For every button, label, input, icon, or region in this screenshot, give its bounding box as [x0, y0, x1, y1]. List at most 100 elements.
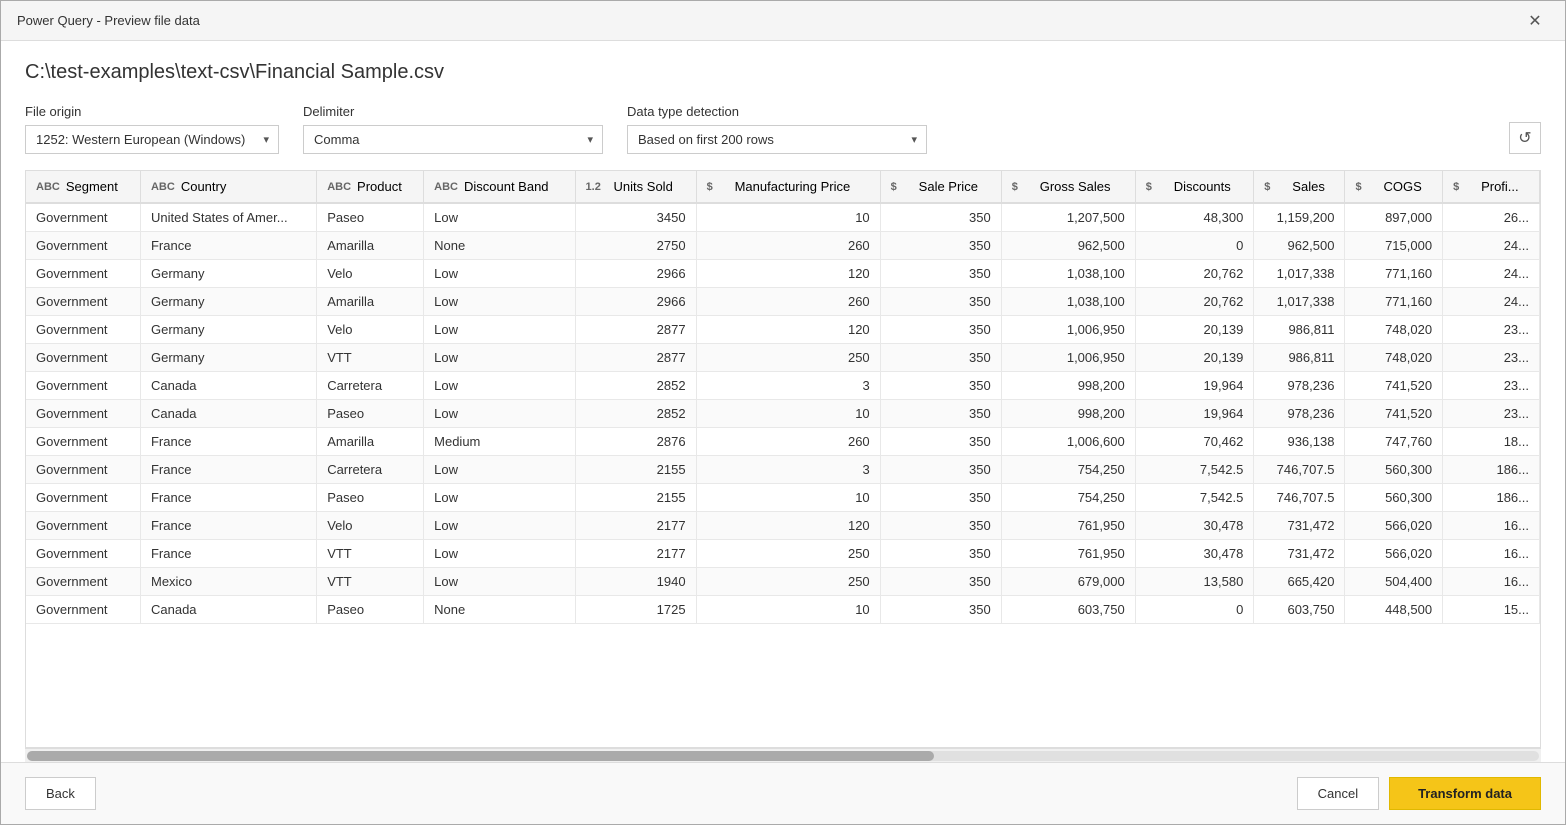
col-type-icon-9: $ — [1264, 181, 1286, 193]
cell-r10-c5: 10 — [696, 484, 880, 512]
refresh-button[interactable]: ↺ — [1509, 122, 1541, 154]
datatype-select[interactable]: Based on first 200 rows — [627, 125, 927, 154]
cell-r7-c3: Low — [424, 400, 575, 428]
cell-r11-c2: Velo — [317, 512, 424, 540]
col-header-sale-price: $Sale Price — [880, 171, 1001, 203]
cell-r0-c7: 1,207,500 — [1001, 203, 1135, 232]
col-header-label-0: Segment — [66, 179, 118, 194]
table-row: GovernmentCanadaPaseoLow285210350998,200… — [26, 400, 1540, 428]
footer-left: Back — [25, 777, 96, 810]
back-button[interactable]: Back — [25, 777, 96, 810]
cell-r14-c4: 1725 — [575, 596, 696, 624]
title-bar: Power Query - Preview file data ✕ — [1, 1, 1565, 41]
table-row: GovernmentCanadaPaseoNone172510350603,75… — [26, 596, 1540, 624]
cell-r13-c8: 13,580 — [1135, 568, 1254, 596]
cell-r4-c11: 23... — [1443, 316, 1540, 344]
cell-r0-c4: 3450 — [575, 203, 696, 232]
col-header-units-sold: 1.2Units Sold — [575, 171, 696, 203]
cell-r6-c10: 741,520 — [1345, 372, 1443, 400]
cell-r5-c5: 250 — [696, 344, 880, 372]
cell-r8-c6: 350 — [880, 428, 1001, 456]
cell-r2-c4: 2966 — [575, 260, 696, 288]
col-type-icon-8: $ — [1146, 181, 1168, 193]
cell-r1-c7: 962,500 — [1001, 232, 1135, 260]
table-row: GovernmentFrancePaseoLow215510350754,250… — [26, 484, 1540, 512]
cell-r13-c7: 679,000 — [1001, 568, 1135, 596]
close-button[interactable]: ✕ — [1521, 7, 1549, 35]
cell-r2-c3: Low — [424, 260, 575, 288]
cell-r9-c5: 3 — [696, 456, 880, 484]
horizontal-scrollbar[interactable] — [25, 748, 1541, 762]
cell-r10-c8: 7,542.5 — [1135, 484, 1254, 512]
cell-r4-c4: 2877 — [575, 316, 696, 344]
delimiter-select[interactable]: Comma — [303, 125, 603, 154]
cell-r12-c8: 30,478 — [1135, 540, 1254, 568]
col-type-icon-0: ABC — [36, 181, 60, 193]
col-header-discounts: $Discounts — [1135, 171, 1254, 203]
cell-r1-c0: Government — [26, 232, 140, 260]
scrollbar-thumb — [27, 751, 934, 761]
cell-r12-c2: VTT — [317, 540, 424, 568]
cell-r5-c3: Low — [424, 344, 575, 372]
cell-r13-c10: 504,400 — [1345, 568, 1443, 596]
col-header-label-9: Sales — [1292, 179, 1325, 194]
cell-r12-c7: 761,950 — [1001, 540, 1135, 568]
cell-r10-c7: 754,250 — [1001, 484, 1135, 512]
col-header-discount-band: ABCDiscount Band — [424, 171, 575, 203]
cell-r2-c8: 20,762 — [1135, 260, 1254, 288]
cell-r5-c9: 986,811 — [1254, 344, 1345, 372]
col-header-country: ABCCountry — [140, 171, 316, 203]
file-path: C:\test-examples\text-csv\Financial Samp… — [25, 61, 1541, 84]
cell-r14-c9: 603,750 — [1254, 596, 1345, 624]
col-header-label-11: Profi... — [1481, 179, 1519, 194]
cell-r5-c2: VTT — [317, 344, 424, 372]
cell-r13-c5: 250 — [696, 568, 880, 596]
file-origin-label: File origin — [25, 104, 279, 119]
cell-r4-c10: 748,020 — [1345, 316, 1443, 344]
transform-data-button[interactable]: Transform data — [1389, 777, 1541, 810]
cell-r9-c10: 560,300 — [1345, 456, 1443, 484]
cell-r9-c9: 746,707.5 — [1254, 456, 1345, 484]
cell-r0-c1: United States of Amer... — [140, 203, 316, 232]
options-row: File origin 1252: Western European (Wind… — [25, 104, 1541, 154]
cell-r1-c10: 715,000 — [1345, 232, 1443, 260]
table-row: GovernmentGermanyVTTLow28772503501,006,9… — [26, 344, 1540, 372]
file-origin-select-wrapper: 1252: Western European (Windows) ▾ — [25, 125, 279, 154]
cell-r7-c4: 2852 — [575, 400, 696, 428]
data-table-container[interactable]: ABCSegmentABCCountryABCProductABCDiscoun… — [25, 170, 1541, 748]
file-origin-select[interactable]: 1252: Western European (Windows) — [25, 125, 279, 154]
datatype-group: Data type detection Based on first 200 r… — [627, 104, 927, 154]
cell-r1-c11: 24... — [1443, 232, 1540, 260]
cell-r0-c3: Low — [424, 203, 575, 232]
cell-r3-c6: 350 — [880, 288, 1001, 316]
cell-r5-c10: 748,020 — [1345, 344, 1443, 372]
cell-r3-c0: Government — [26, 288, 140, 316]
cell-r5-c0: Government — [26, 344, 140, 372]
col-header-manufacturing-price: $Manufacturing Price — [696, 171, 880, 203]
cell-r11-c3: Low — [424, 512, 575, 540]
cell-r10-c10: 560,300 — [1345, 484, 1443, 512]
cell-r14-c0: Government — [26, 596, 140, 624]
cell-r10-c1: France — [140, 484, 316, 512]
cell-r3-c8: 20,762 — [1135, 288, 1254, 316]
col-type-icon-10: $ — [1355, 181, 1377, 193]
cell-r3-c9: 1,017,338 — [1254, 288, 1345, 316]
cell-r0-c6: 350 — [880, 203, 1001, 232]
cell-r3-c10: 771,160 — [1345, 288, 1443, 316]
table-row: GovernmentFranceVeloLow2177120350761,950… — [26, 512, 1540, 540]
delimiter-select-wrapper: Comma ▾ — [303, 125, 603, 154]
cell-r12-c11: 16... — [1443, 540, 1540, 568]
cell-r2-c6: 350 — [880, 260, 1001, 288]
cell-r7-c0: Government — [26, 400, 140, 428]
cell-r3-c7: 1,038,100 — [1001, 288, 1135, 316]
cell-r10-c0: Government — [26, 484, 140, 512]
cell-r4-c1: Germany — [140, 316, 316, 344]
cell-r3-c5: 260 — [696, 288, 880, 316]
col-header-gross-sales: $Gross Sales — [1001, 171, 1135, 203]
cell-r0-c11: 26... — [1443, 203, 1540, 232]
table-row: GovernmentGermanyVeloLow29661203501,038,… — [26, 260, 1540, 288]
table-row: GovernmentCanadaCarreteraLow28523350998,… — [26, 372, 1540, 400]
cell-r2-c10: 771,160 — [1345, 260, 1443, 288]
cell-r9-c7: 754,250 — [1001, 456, 1135, 484]
cancel-button[interactable]: Cancel — [1297, 777, 1379, 810]
